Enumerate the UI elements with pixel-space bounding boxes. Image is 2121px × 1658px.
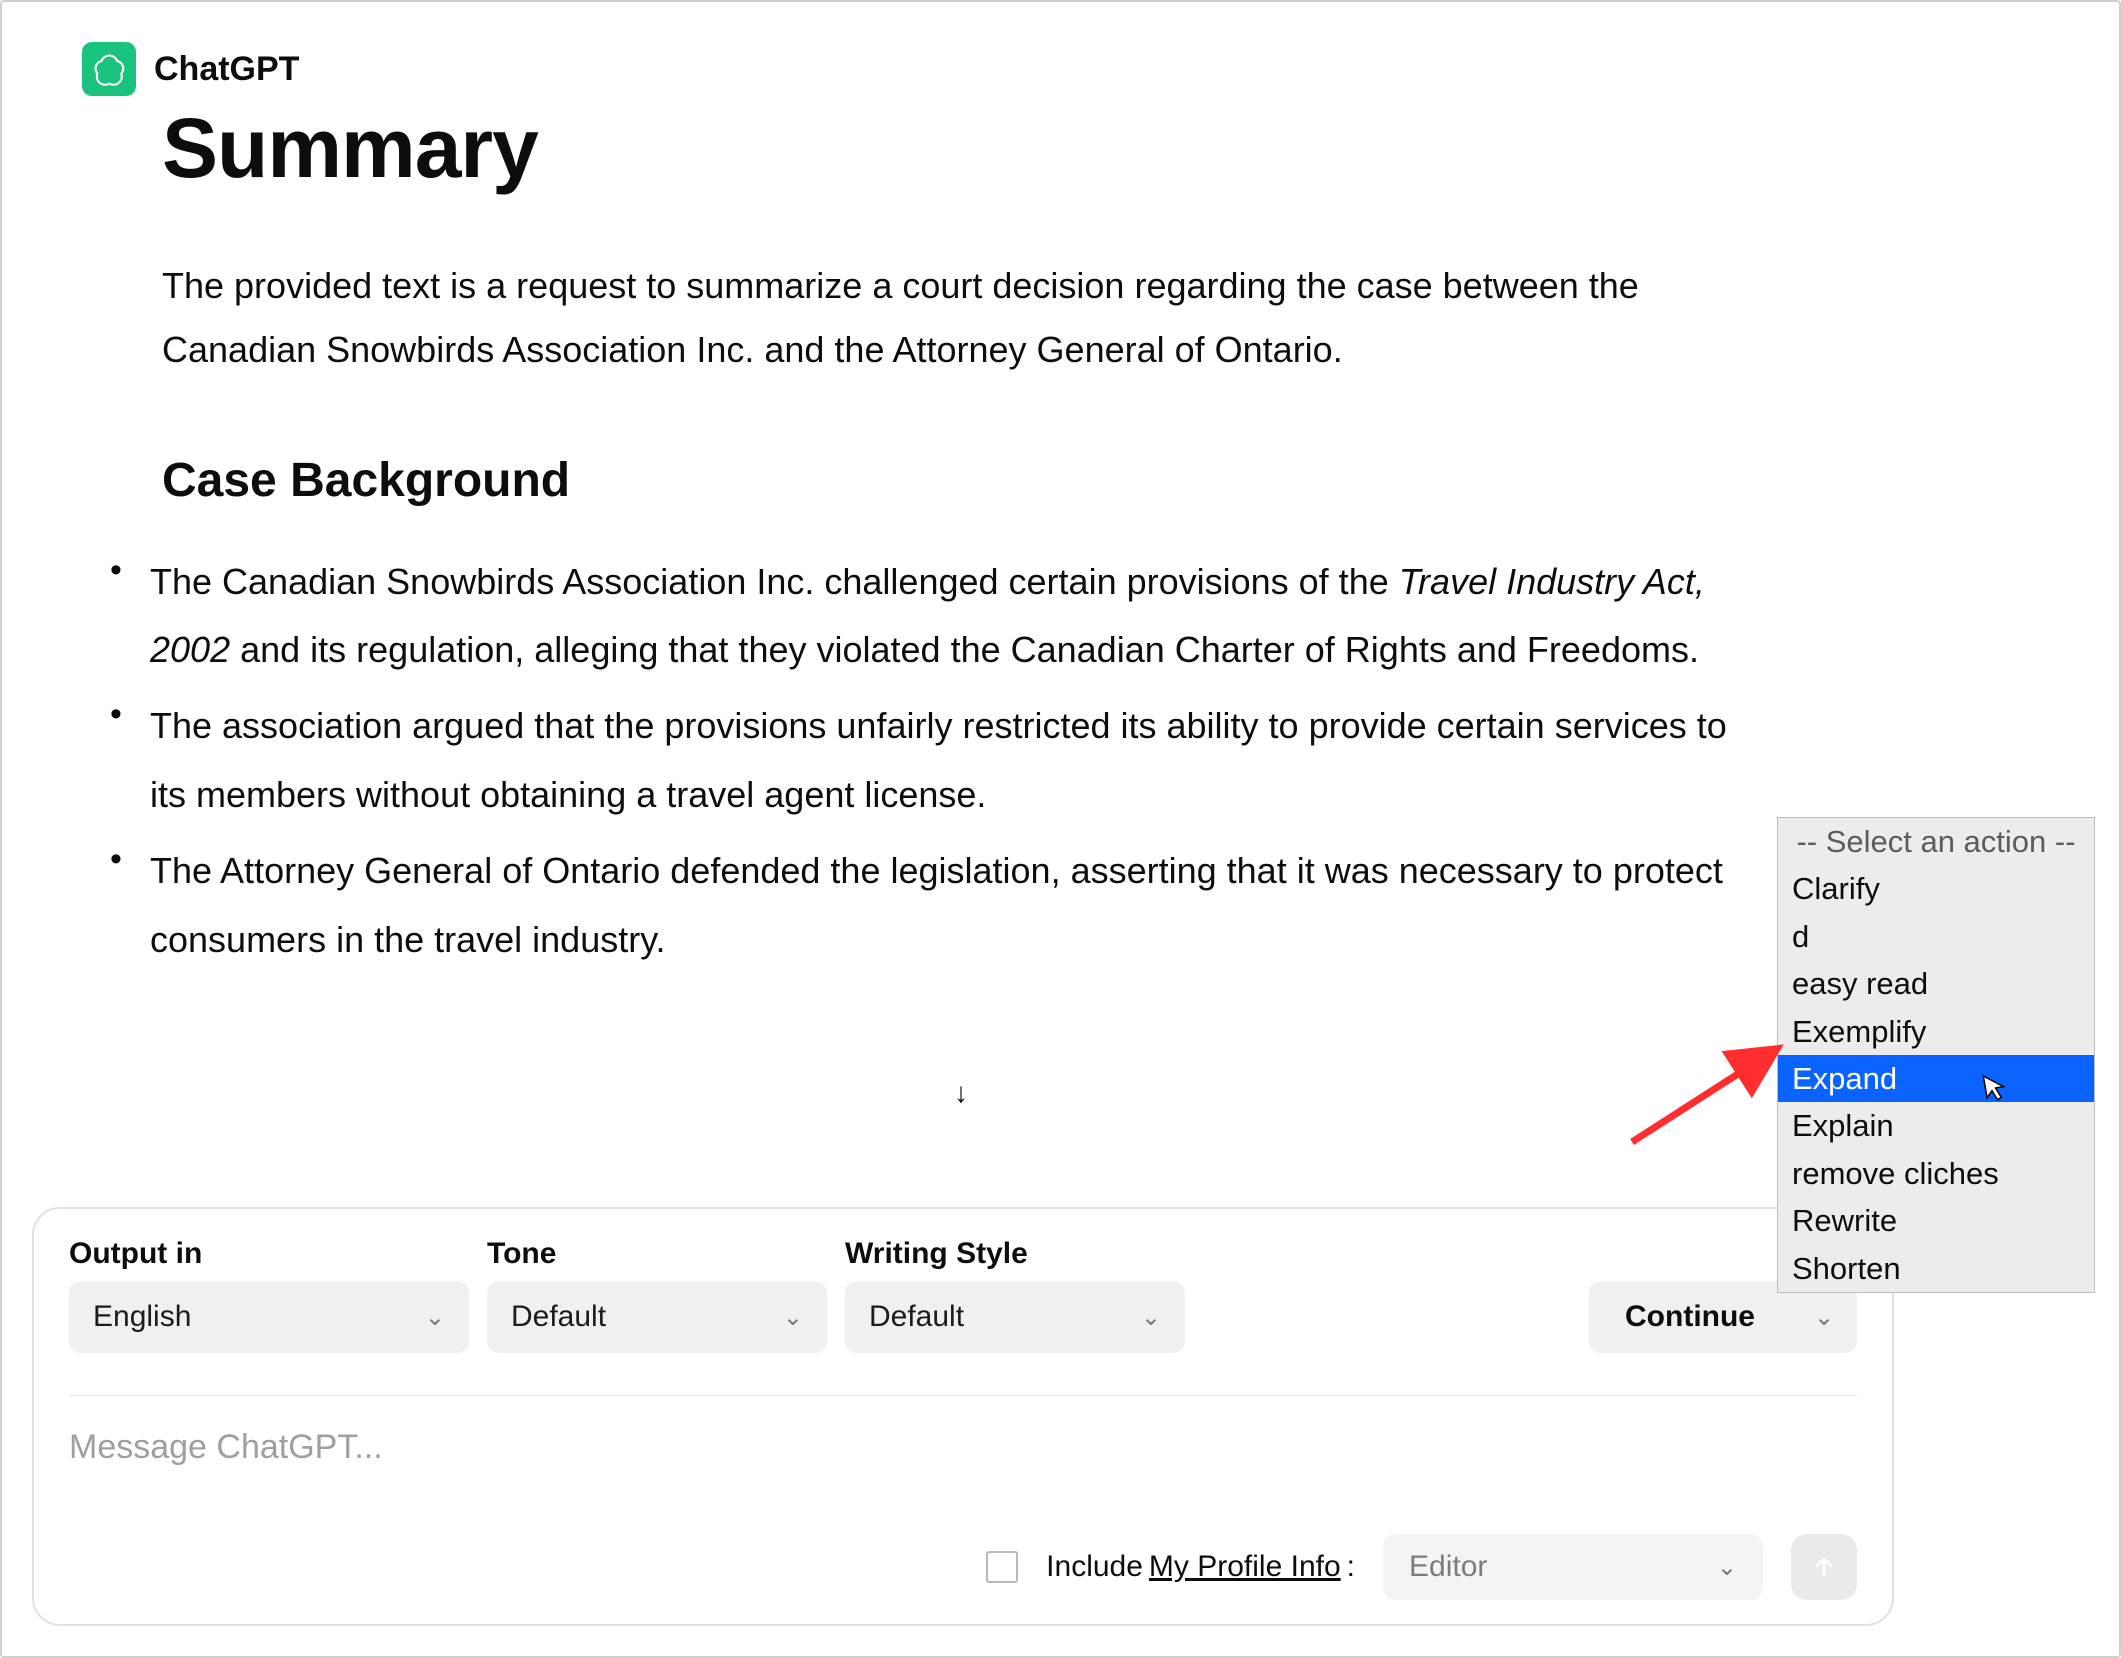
chevron-down-icon: ⌄ (783, 1303, 803, 1332)
scroll-down-button[interactable]: ↓ (934, 1066, 988, 1120)
list-item: The Attorney General of Ontario defended… (126, 837, 1766, 974)
bullet-text: and its regulation, alleging that they v… (230, 629, 1699, 670)
arrow-down-icon: ↓ (954, 1077, 968, 1109)
send-button[interactable] (1791, 1534, 1857, 1600)
output-language-label: Output in (69, 1237, 469, 1271)
output-language-value: English (93, 1300, 191, 1334)
list-item: The association argued that the provisio… (126, 692, 1766, 829)
writing-style-label: Writing Style (845, 1237, 1185, 1271)
action-item-rewrite[interactable]: Rewrite (1778, 1197, 2094, 1244)
include-label-suffix: : (1347, 1550, 1355, 1584)
footer-row: Include My Profile Info: Editor ⌄ (69, 1534, 1857, 1600)
action-item-remove-cliches[interactable]: remove cliches (1778, 1150, 2094, 1197)
app-name: ChatGPT (154, 50, 299, 89)
chevron-down-icon: ⌄ (1814, 1303, 1834, 1332)
tone-group: Tone Default ⌄ (487, 1237, 827, 1353)
role-select[interactable]: Editor ⌄ (1383, 1534, 1763, 1600)
chevron-down-icon: ⌄ (425, 1303, 445, 1332)
header-row: ChatGPT (82, 42, 2059, 96)
action-dropdown[interactable]: -- Select an action -- Clarify d easy re… (1777, 817, 2095, 1293)
profile-info-link[interactable]: My Profile Info (1149, 1550, 1341, 1584)
controls-row: Output in English ⌄ Tone Default ⌄ Writi… (69, 1237, 1857, 1353)
action-item-exemplify[interactable]: Exemplify (1778, 1008, 2094, 1055)
chevron-down-icon: ⌄ (1141, 1303, 1161, 1332)
divider (69, 1395, 1857, 1396)
action-item-expand[interactable]: Expand (1778, 1055, 2094, 1102)
tone-select[interactable]: Default ⌄ (487, 1281, 827, 1353)
include-label-prefix: Include (1046, 1550, 1143, 1584)
intro-paragraph: The provided text is a request to summar… (162, 254, 1762, 382)
chevron-down-icon: ⌄ (1717, 1553, 1737, 1582)
action-item-d[interactable]: d (1778, 913, 2094, 960)
annotation-arrow-icon (1622, 1032, 1802, 1152)
writing-style-select[interactable]: Default ⌄ (845, 1281, 1185, 1353)
action-item-clarify[interactable]: Clarify (1778, 865, 2094, 912)
continue-button[interactable]: Continue (1589, 1281, 1791, 1353)
section-heading: Case Background (162, 453, 1802, 508)
bullet-text: The Canadian Snowbirds Association Inc. … (150, 561, 1399, 602)
writing-style-group: Writing Style Default ⌄ (845, 1237, 1185, 1353)
action-item-explain[interactable]: Explain (1778, 1102, 2094, 1149)
include-profile-label: Include My Profile Info: (1046, 1550, 1355, 1584)
include-profile-checkbox[interactable] (986, 1551, 1018, 1583)
composer-panel: Output in English ⌄ Tone Default ⌄ Writi… (32, 1207, 1894, 1626)
list-item: The Canadian Snowbirds Association Inc. … (126, 548, 1766, 685)
message-input[interactable]: Message ChatGPT... (69, 1424, 1857, 1524)
output-language-select[interactable]: English ⌄ (69, 1281, 469, 1353)
chatgpt-logo-icon (82, 42, 136, 96)
tone-label: Tone (487, 1237, 827, 1271)
writing-style-value: Default (869, 1300, 964, 1334)
bullet-list: The Canadian Snowbirds Association Inc. … (162, 548, 1802, 974)
page-title: Summary (162, 102, 1802, 194)
arrow-up-icon (1810, 1553, 1838, 1581)
app-window: ChatGPT Summary The provided text is a r… (0, 0, 2121, 1658)
action-item-shorten[interactable]: Shorten (1778, 1245, 2094, 1292)
content-area: Summary The provided text is a request t… (162, 102, 1802, 974)
action-dropdown-header: -- Select an action -- (1778, 818, 2094, 865)
output-language-group: Output in English ⌄ (69, 1237, 469, 1353)
action-item-easy-read[interactable]: easy read (1778, 960, 2094, 1007)
role-value: Editor (1409, 1550, 1487, 1584)
tone-value: Default (511, 1300, 606, 1334)
